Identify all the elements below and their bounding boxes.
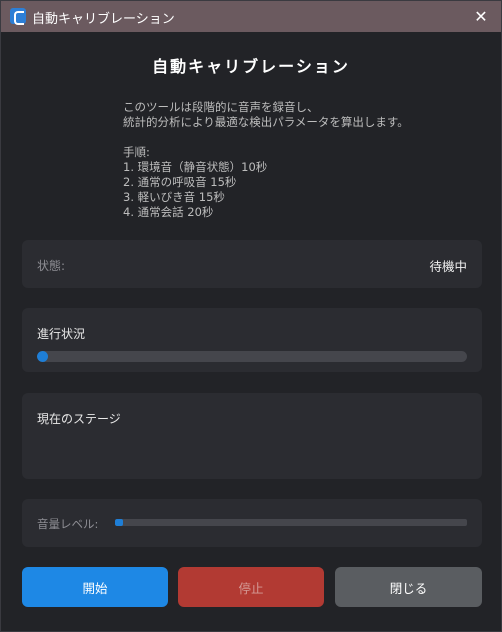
app-logo-icon [10,8,26,25]
description-line: このツールは段階的に音声を録音し、 [123,100,319,114]
page-title: 自動キャリブレーション [152,57,350,76]
volume-label: 音量レベル: [37,517,99,531]
step-item: 3. 軽いびき音 15秒 [123,190,225,204]
description: このツールは段階的に音声を録音し、 統計的分析により最適な検出パラメータを算出し… [123,100,463,220]
volume-meter-fill [115,519,123,526]
step-item: 1. 環境音（静音状態）10秒 [123,160,268,174]
step-item: 2. 通常の呼吸音 15秒 [123,175,237,189]
stage-panel: 現在のステージ [22,393,482,479]
close-button[interactable]: 閉じる [335,567,482,607]
steps-title: 手順: [123,145,150,159]
progress-panel: 進行状況 [22,308,482,372]
title-bar[interactable]: 自動キャリブレーション ✕ [1,1,501,32]
status-value: 待機中 [429,259,467,274]
progress-bar-fill [37,351,48,362]
stop-button[interactable]: 停止 [178,567,324,607]
start-button[interactable]: 開始 [22,567,168,607]
calibration-window: 自動キャリブレーション ✕ 自動キャリブレーション このツールは段階的に音声を録… [0,0,502,632]
volume-panel: 音量レベル: [22,499,482,547]
close-icon: ✕ [474,6,488,26]
window-title: 自動キャリブレーション [32,12,175,27]
stage-label: 現在のステージ [37,412,121,426]
description-line: 統計的分析により最適な検出パラメータを算出します。 [123,115,409,129]
status-panel: 状態: 待機中 [22,240,482,288]
step-item: 4. 通常会話 20秒 [123,205,214,219]
status-label: 状態: [37,259,66,273]
progress-label: 進行状況 [37,327,86,341]
volume-meter [115,519,467,526]
progress-bar [37,351,467,362]
window-close-button[interactable]: ✕ [469,5,493,27]
